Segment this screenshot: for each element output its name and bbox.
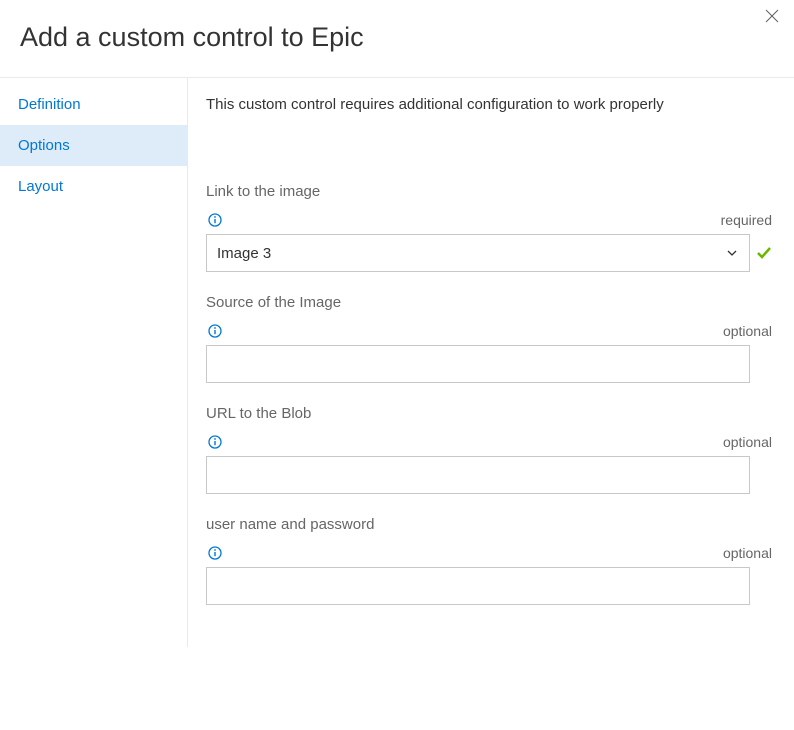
field-label: URL to the Blob bbox=[206, 405, 774, 422]
field-label: Source of the Image bbox=[206, 294, 774, 311]
sidebar-tabs: Definition Options Layout bbox=[0, 78, 188, 647]
input-row bbox=[206, 345, 774, 383]
input-row bbox=[206, 456, 774, 494]
intro-text: This custom control requires additional … bbox=[206, 96, 774, 113]
tab-options[interactable]: Options bbox=[0, 125, 187, 166]
field-label: user name and password bbox=[206, 516, 774, 533]
field-url-to-blob: URL to the Blob optional bbox=[206, 405, 774, 494]
tab-layout[interactable]: Layout bbox=[0, 166, 187, 207]
dialog-header: Add a custom control to Epic bbox=[0, 0, 794, 78]
input-row: Image 3 bbox=[206, 234, 774, 272]
requirement-text: required bbox=[721, 212, 772, 228]
dialog-body: Definition Options Layout This custom co… bbox=[0, 78, 794, 647]
tab-label: Options bbox=[18, 137, 70, 154]
chevron-down-icon bbox=[725, 246, 739, 260]
field-label: Link to the image bbox=[206, 183, 774, 200]
field-meta: optional bbox=[206, 434, 774, 456]
select-value: Image 3 bbox=[217, 245, 725, 262]
credentials-input[interactable] bbox=[217, 568, 739, 604]
tab-label: Layout bbox=[18, 178, 63, 195]
field-meta: required bbox=[206, 212, 774, 234]
tab-label: Definition bbox=[18, 96, 81, 113]
info-icon[interactable] bbox=[208, 435, 222, 449]
requirement-text: optional bbox=[723, 434, 772, 450]
requirement-text: optional bbox=[723, 545, 772, 561]
info-icon[interactable] bbox=[208, 213, 222, 227]
input-row bbox=[206, 567, 774, 605]
field-link-to-image: Link to the image required Image 3 bbox=[206, 183, 774, 272]
blob-url-input[interactable] bbox=[217, 457, 739, 493]
field-source-of-image: Source of the Image optional bbox=[206, 294, 774, 383]
field-username-password: user name and password optional bbox=[206, 516, 774, 605]
source-input[interactable] bbox=[217, 346, 739, 382]
credentials-input-wrap bbox=[206, 567, 750, 605]
source-input-wrap bbox=[206, 345, 750, 383]
blob-url-input-wrap bbox=[206, 456, 750, 494]
field-meta: optional bbox=[206, 545, 774, 567]
close-button[interactable] bbox=[762, 8, 782, 28]
image-select[interactable]: Image 3 bbox=[206, 234, 750, 272]
info-icon[interactable] bbox=[208, 324, 222, 338]
close-icon bbox=[764, 8, 780, 29]
content-panel: This custom control requires additional … bbox=[188, 78, 794, 647]
info-icon[interactable] bbox=[208, 546, 222, 560]
dialog-title: Add a custom control to Epic bbox=[20, 22, 774, 53]
tab-definition[interactable]: Definition bbox=[0, 84, 187, 125]
requirement-text: optional bbox=[723, 323, 772, 339]
field-meta: optional bbox=[206, 323, 774, 345]
check-icon bbox=[754, 244, 774, 262]
